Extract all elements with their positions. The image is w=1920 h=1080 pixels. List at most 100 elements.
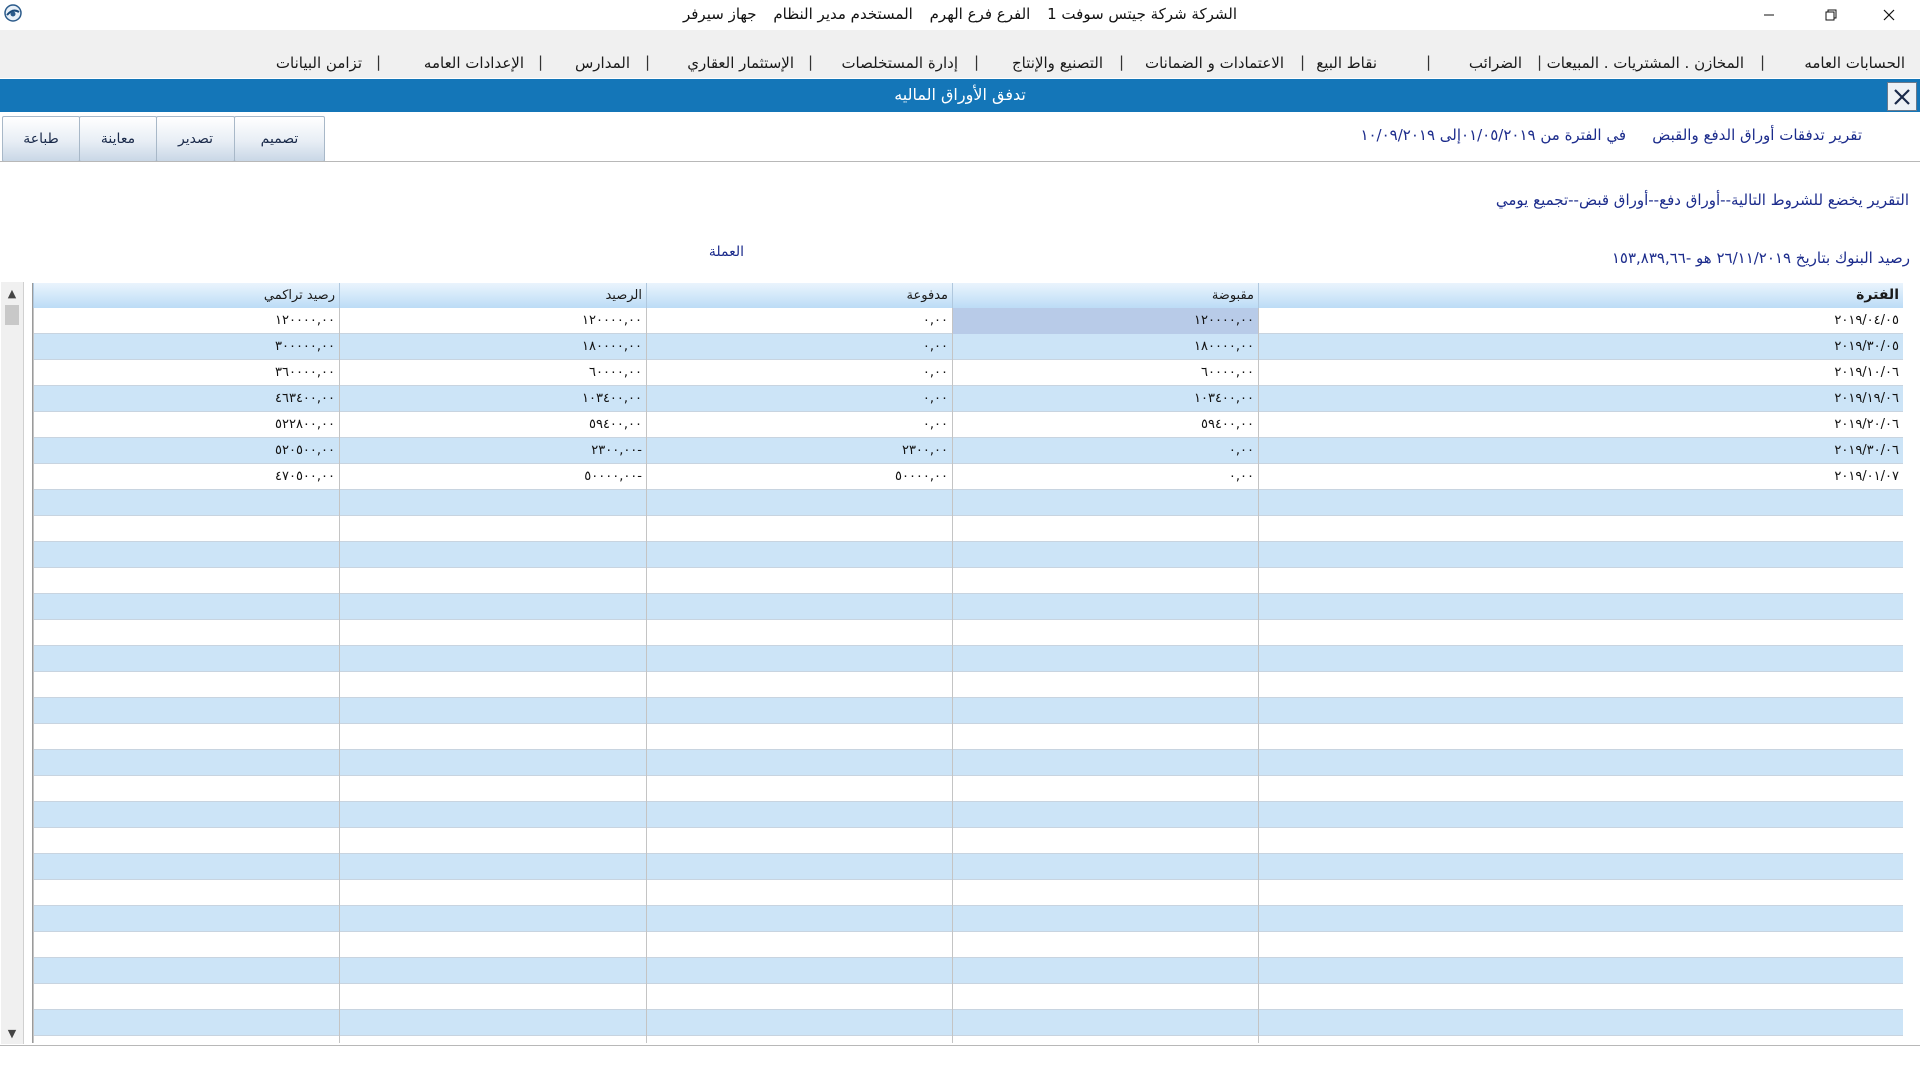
cell-cumulative-balance[interactable]: ٣٦٠٠٠٠,٠٠ [33, 360, 339, 386]
cell-received[interactable] [952, 932, 1258, 958]
cell-received[interactable]: ٦٠٠٠٠,٠٠ [952, 360, 1258, 386]
table-row[interactable]: ٢٠١٩/١٩/٠٦ ١٠٣٤٠٠,٠٠ ٠,٠٠ ١٠٣٤٠٠,٠٠ ٤٦٣٤٠٠,٠… [33, 386, 1903, 412]
cell-balance[interactable] [339, 594, 646, 620]
cell-balance[interactable] [339, 646, 646, 672]
cell-period[interactable] [1258, 906, 1903, 932]
column-header-received[interactable]: مقبوضة [952, 283, 1258, 308]
cell-cumulative-balance[interactable] [33, 1036, 339, 1043]
cell-paid[interactable]: ٠,٠٠ [646, 308, 952, 334]
column-header-balance[interactable]: الرصيد [339, 283, 646, 308]
cell-cumulative-balance[interactable] [33, 854, 339, 880]
cell-cumulative-balance[interactable]: ٤٦٣٤٠٠,٠٠ [33, 386, 339, 412]
column-header-paid[interactable]: مدفوعة [646, 283, 952, 308]
cell-period[interactable] [1258, 854, 1903, 880]
cell-cumulative-balance[interactable] [33, 932, 339, 958]
cell-period[interactable] [1258, 542, 1903, 568]
cell-received[interactable] [952, 750, 1258, 776]
cell-balance[interactable]: ١٠٣٤٠٠,٠٠ [339, 386, 646, 412]
cell-paid[interactable] [646, 1036, 952, 1043]
cell-cumulative-balance[interactable] [33, 984, 339, 1010]
cell-period[interactable] [1258, 880, 1903, 906]
cell-paid[interactable] [646, 516, 952, 542]
cell-cumulative-balance[interactable] [33, 568, 339, 594]
cell-balance[interactable]: ٦٠٠٠٠,٠٠ [339, 360, 646, 386]
cell-cumulative-balance[interactable] [33, 724, 339, 750]
cell-cumulative-balance[interactable] [33, 672, 339, 698]
cell-period[interactable] [1258, 1010, 1903, 1036]
cell-cumulative-balance[interactable]: ١٢٠٠٠٠,٠٠ [33, 308, 339, 334]
cell-received[interactable] [952, 594, 1258, 620]
table-row[interactable]: ٢٠١٩/٣٠/٠٦ ٠,٠٠ ٢٣٠٠,٠٠ ٢٣٠٠,٠٠- ٥٢٠٥٠٠,٠٠ [33, 438, 1903, 464]
cell-paid[interactable]: ٥٠٠٠٠,٠٠ [646, 464, 952, 490]
cell-period[interactable] [1258, 568, 1903, 594]
cell-received[interactable]: ١٢٠٠٠٠,٠٠ [952, 308, 1258, 334]
cell-period[interactable]: ٢٠١٩/٠٤/٠٥ [1258, 308, 1903, 334]
cell-balance[interactable] [339, 724, 646, 750]
cell-paid[interactable]: ٢٣٠٠,٠٠ [646, 438, 952, 464]
cell-paid[interactable] [646, 906, 952, 932]
cell-period[interactable] [1258, 932, 1903, 958]
cell-cumulative-balance[interactable] [33, 490, 339, 516]
menu-manufacturing[interactable]: التصنيع والإنتاج [1012, 54, 1103, 72]
cell-received[interactable]: ٠,٠٠ [952, 464, 1258, 490]
restore-button[interactable] [1808, 0, 1854, 30]
table-row[interactable]: ٢٠١٩/٠٤/٠٥ ١٢٠٠٠٠,٠٠ ٠,٠٠ ١٢٠٠٠٠,٠٠ ١٢٠٠٠٠,٠… [33, 308, 1903, 334]
menu-credits-guarantees[interactable]: الاعتمادات و الضمانات [1145, 54, 1284, 72]
empty-row[interactable] [33, 750, 1903, 776]
cell-cumulative-balance[interactable] [33, 750, 339, 776]
cell-cumulative-balance[interactable]: ٤٧٠٥٠٠,٠٠ [33, 464, 339, 490]
column-header-period[interactable]: الفترة [1258, 283, 1903, 308]
cell-paid[interactable] [646, 646, 952, 672]
cell-paid[interactable] [646, 854, 952, 880]
cell-balance[interactable]: ٢٣٠٠,٠٠- [339, 438, 646, 464]
cell-period[interactable] [1258, 750, 1903, 776]
cell-balance[interactable]: ٥٠٠٠٠,٠٠- [339, 464, 646, 490]
cell-received[interactable]: ١٠٣٤٠٠,٠٠ [952, 386, 1258, 412]
cell-period[interactable] [1258, 802, 1903, 828]
cell-balance[interactable] [339, 1036, 646, 1043]
cell-received[interactable] [952, 1036, 1258, 1043]
cell-period[interactable]: ٢٠١٩/٠١/٠٧ [1258, 464, 1903, 490]
menu-taxes[interactable]: الضرائب [1469, 54, 1522, 72]
menu-general-settings[interactable]: الإعدادات العامه [424, 54, 524, 72]
empty-row[interactable] [33, 802, 1903, 828]
table-row[interactable]: ٢٠١٩/٠١/٠٧ ٠,٠٠ ٥٠٠٠٠,٠٠ ٥٠٠٠٠,٠٠- ٤٧٠٥٠٠,٠٠ [33, 464, 1903, 490]
cell-received[interactable] [952, 984, 1258, 1010]
empty-row[interactable] [33, 1010, 1903, 1036]
empty-row[interactable] [33, 854, 1903, 880]
cell-period[interactable] [1258, 620, 1903, 646]
cell-cumulative-balance[interactable] [33, 880, 339, 906]
cell-paid[interactable] [646, 672, 952, 698]
menu-data-sync[interactable]: تزامن البيانات [276, 54, 362, 72]
cell-balance[interactable]: ١٢٠٠٠٠,٠٠ [339, 308, 646, 334]
cell-paid[interactable] [646, 568, 952, 594]
cell-received[interactable] [952, 542, 1258, 568]
cell-period[interactable] [1258, 646, 1903, 672]
menu-real-estate-investment[interactable]: الإستثمار العقاري [687, 54, 794, 72]
cell-balance[interactable] [339, 620, 646, 646]
table-row[interactable]: ٢٠١٩/١٠/٠٦ ٦٠٠٠٠,٠٠ ٠,٠٠ ٦٠٠٠٠,٠٠ ٣٦٠٠٠٠,٠٠ [33, 360, 1903, 386]
cell-received[interactable] [952, 490, 1258, 516]
cell-paid[interactable] [646, 750, 952, 776]
cell-cumulative-balance[interactable] [33, 776, 339, 802]
cell-cumulative-balance[interactable] [33, 906, 339, 932]
close-window-button[interactable] [1866, 0, 1912, 30]
cell-balance[interactable] [339, 568, 646, 594]
cell-received[interactable] [952, 620, 1258, 646]
empty-row[interactable] [33, 672, 1903, 698]
cell-paid[interactable] [646, 776, 952, 802]
empty-row[interactable] [33, 932, 1903, 958]
cell-balance[interactable] [339, 672, 646, 698]
cell-received[interactable] [952, 958, 1258, 984]
close-form-button[interactable] [1887, 82, 1917, 111]
cell-paid[interactable] [646, 724, 952, 750]
cell-received[interactable]: ٠,٠٠ [952, 438, 1258, 464]
cell-period[interactable] [1258, 724, 1903, 750]
cell-paid[interactable] [646, 828, 952, 854]
cell-period[interactable] [1258, 776, 1903, 802]
cell-balance[interactable]: ١٨٠٠٠٠,٠٠ [339, 334, 646, 360]
cell-cumulative-balance[interactable] [33, 646, 339, 672]
table-row[interactable]: ٢٠١٩/٣٠/٠٥ ١٨٠٠٠٠,٠٠ ٠,٠٠ ١٨٠٠٠٠,٠٠ ٣٠٠٠٠٠,٠… [33, 334, 1903, 360]
cell-paid[interactable] [646, 880, 952, 906]
cell-period[interactable] [1258, 984, 1903, 1010]
